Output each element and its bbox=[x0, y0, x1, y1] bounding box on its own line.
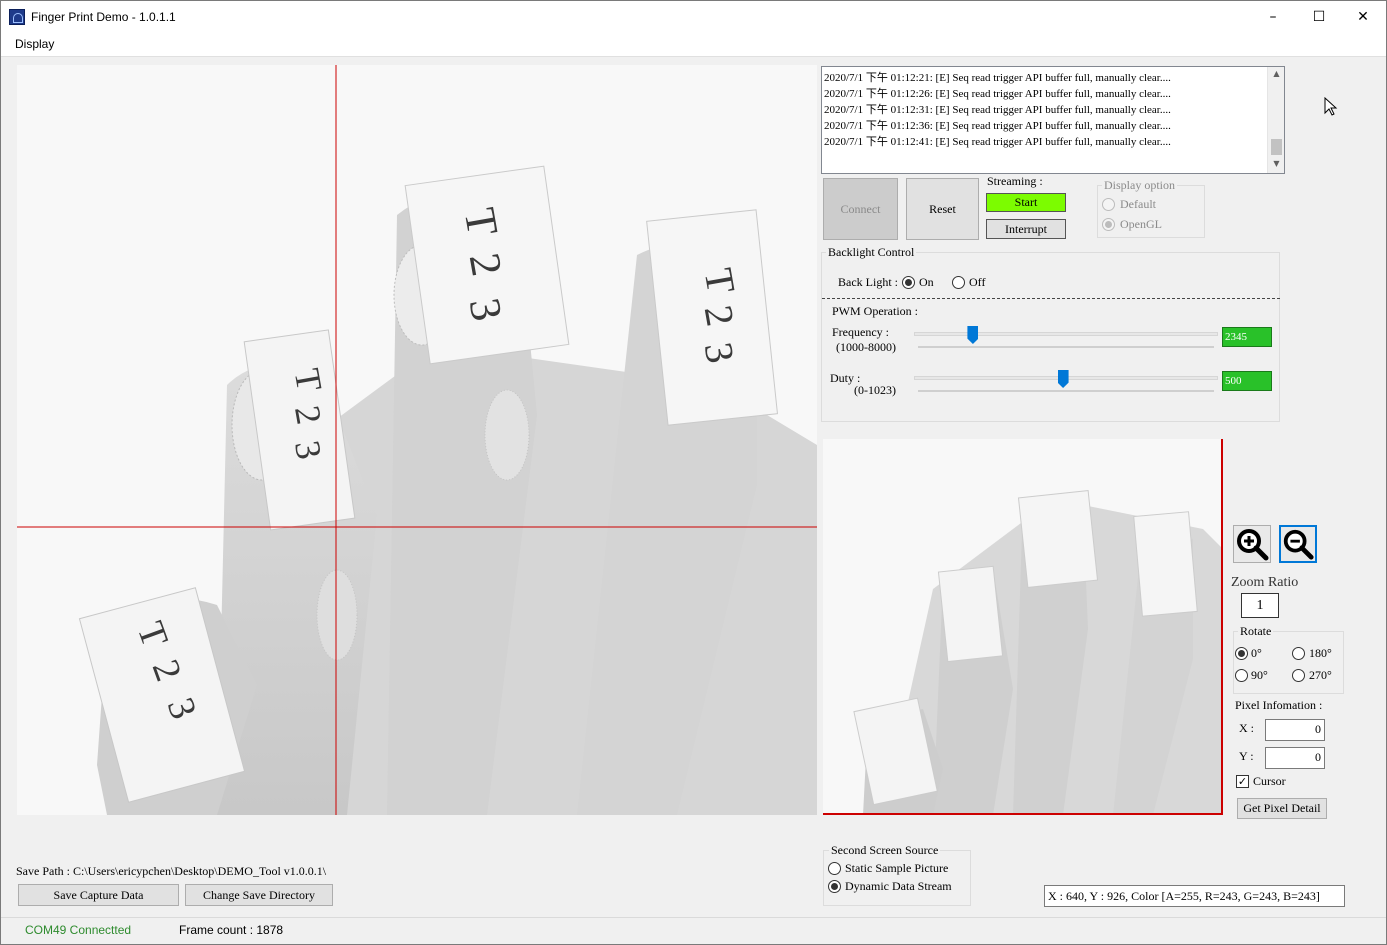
maximize-icon[interactable]: ☐ bbox=[1296, 1, 1342, 33]
radio-dynamic-stream-label: Dynamic Data Stream bbox=[845, 879, 952, 893]
log-line: 2020/7/1 下午 01:12:36: [E] Seq read trigg… bbox=[824, 120, 1171, 132]
frequency-value: 2345 bbox=[1222, 327, 1272, 347]
radio-static-sample-label: Static Sample Picture bbox=[845, 861, 949, 875]
minimize-icon[interactable]: – bbox=[1250, 1, 1296, 33]
duty-range: (0-1023) bbox=[854, 383, 896, 397]
radio-rotate-0[interactable] bbox=[1235, 647, 1248, 660]
pixel-readout: X : 640, Y : 926, Color [A=255, R=243, G… bbox=[1044, 885, 1345, 907]
fingerprint-image-main: T 2 3 T 2 3 T 2 3 T 2 3 bbox=[17, 65, 817, 815]
window-title: Finger Print Demo - 1.0.1.1 bbox=[31, 10, 176, 24]
backlight-control-title: Backlight Control bbox=[826, 245, 917, 260]
duty-value: 500 bbox=[1222, 371, 1272, 391]
zoom-out-button[interactable] bbox=[1279, 525, 1317, 563]
menu-display[interactable]: Display bbox=[15, 37, 54, 51]
pixel-x-label: X : bbox=[1239, 721, 1254, 735]
radio-static-sample[interactable] bbox=[828, 862, 841, 875]
radio-backlight-off[interactable] bbox=[952, 276, 965, 289]
log-line: 2020/7/1 下午 01:12:21: [E] Seq read trigg… bbox=[824, 72, 1171, 84]
second-screen-preview[interactable] bbox=[823, 439, 1223, 815]
streaming-label: Streaming : bbox=[987, 174, 1043, 188]
pixel-info-title: Pixel Infomation : bbox=[1235, 698, 1323, 712]
pixel-y-input[interactable]: 0 bbox=[1265, 747, 1325, 769]
title-bar: Finger Print Demo - 1.0.1.1 – ☐ ✕ bbox=[1, 1, 1386, 33]
radio-opengl[interactable] bbox=[1102, 218, 1115, 231]
radio-dynamic-stream[interactable] bbox=[828, 880, 841, 893]
duty-slider-ticks bbox=[918, 390, 1214, 392]
backlight-control-group: Backlight Control Back Light : On Off PW… bbox=[821, 245, 1280, 422]
display-option-group: Display option Default OpenGL bbox=[1097, 178, 1205, 238]
save-capture-button[interactable]: Save Capture Data bbox=[18, 884, 179, 906]
start-button[interactable]: Start bbox=[986, 193, 1066, 212]
zoom-out-icon bbox=[1283, 529, 1314, 560]
com-status: COM49 Connectted bbox=[25, 923, 132, 937]
radio-default[interactable] bbox=[1102, 198, 1115, 211]
zoom-in-icon bbox=[1237, 529, 1269, 561]
frequency-slider-ticks bbox=[918, 346, 1214, 348]
main-image-view[interactable]: T 2 3 T 2 3 T 2 3 T 2 3 bbox=[17, 65, 817, 815]
radio-rotate-0-label: 0° bbox=[1251, 646, 1262, 660]
get-pixel-detail-button[interactable]: Get Pixel Detail bbox=[1237, 798, 1327, 819]
status-bar: COM49 Connectted Frame count : 1878 bbox=[1, 917, 1386, 944]
app-window: Finger Print Demo - 1.0.1.1 – ☐ ✕ Displa… bbox=[0, 0, 1387, 945]
frequency-slider-thumb[interactable] bbox=[967, 326, 979, 344]
close-icon[interactable]: ✕ bbox=[1340, 1, 1386, 33]
radio-rotate-270[interactable] bbox=[1292, 669, 1305, 682]
zoom-ratio-value: 1 bbox=[1241, 593, 1279, 618]
log-scrollbar[interactable]: ▲ ▼ bbox=[1267, 67, 1284, 173]
frequency-label: Frequency : bbox=[832, 325, 889, 339]
interrupt-button[interactable]: Interrupt bbox=[986, 219, 1066, 239]
connect-button[interactable]: Connect bbox=[823, 178, 898, 240]
reset-button[interactable]: Reset bbox=[906, 178, 979, 240]
cursor-checkbox-label: Cursor bbox=[1253, 774, 1286, 788]
frequency-slider-track[interactable] bbox=[914, 332, 1218, 336]
frame-count: Frame count : 1878 bbox=[179, 923, 284, 937]
radio-rotate-180-label: 180° bbox=[1309, 646, 1332, 660]
radio-backlight-off-label: Off bbox=[969, 275, 986, 289]
pwm-title: PWM Operation : bbox=[832, 304, 918, 318]
radio-backlight-on[interactable] bbox=[902, 276, 915, 289]
radio-rotate-90-label: 90° bbox=[1251, 668, 1268, 682]
radio-default-label: Default bbox=[1120, 197, 1156, 211]
second-screen-source-title: Second Screen Source bbox=[829, 843, 941, 858]
divider bbox=[822, 298, 1280, 299]
scrollbar-thumb[interactable] bbox=[1271, 139, 1282, 155]
log-textbox[interactable]: 2020/7/1 下午 01:12:21: [E] Seq read trigg… bbox=[821, 66, 1285, 174]
log-line: 2020/7/1 下午 01:12:41: [E] Seq read trigg… bbox=[824, 136, 1171, 148]
radio-rotate-270-label: 270° bbox=[1309, 668, 1332, 682]
second-screen-source-group: Second Screen Source Static Sample Pictu… bbox=[823, 843, 971, 906]
radio-backlight-on-label: On bbox=[919, 275, 934, 289]
change-save-directory-button[interactable]: Change Save Directory bbox=[185, 884, 333, 906]
rotate-group: Rotate 0° 180° 90° 270° bbox=[1233, 624, 1344, 694]
zoom-in-button[interactable] bbox=[1233, 525, 1271, 563]
mouse-pointer-icon bbox=[1324, 97, 1338, 116]
app-icon bbox=[9, 9, 25, 25]
zoom-ratio-label: Zoom Ratio bbox=[1231, 575, 1299, 590]
log-line: 2020/7/1 下午 01:12:31: [E] Seq read trigg… bbox=[824, 104, 1171, 116]
backlight-label: Back Light : bbox=[838, 275, 898, 289]
pixel-y-label: Y : bbox=[1239, 749, 1254, 763]
radio-rotate-180[interactable] bbox=[1292, 647, 1305, 660]
radio-rotate-90[interactable] bbox=[1235, 669, 1248, 682]
pixel-x-input[interactable]: 0 bbox=[1265, 719, 1325, 741]
save-path-label: Save Path : C:\Users\ericypchen\Desktop\… bbox=[16, 864, 327, 878]
radio-opengl-label: OpenGL bbox=[1120, 217, 1162, 231]
frequency-range: (1000-8000) bbox=[836, 340, 896, 354]
display-option-title: Display option bbox=[1102, 178, 1177, 193]
fingerprint-image-preview bbox=[823, 439, 1223, 815]
rotate-title: Rotate bbox=[1238, 624, 1274, 639]
scroll-down-icon[interactable]: ▼ bbox=[1268, 159, 1285, 168]
menu-bar: Display bbox=[1, 33, 1386, 57]
log-line: 2020/7/1 下午 01:12:26: [E] Seq read trigg… bbox=[824, 88, 1171, 100]
scroll-up-icon[interactable]: ▲ bbox=[1268, 69, 1285, 78]
cursor-checkbox[interactable]: ✓ bbox=[1236, 775, 1249, 788]
duty-slider-thumb[interactable] bbox=[1057, 370, 1069, 388]
